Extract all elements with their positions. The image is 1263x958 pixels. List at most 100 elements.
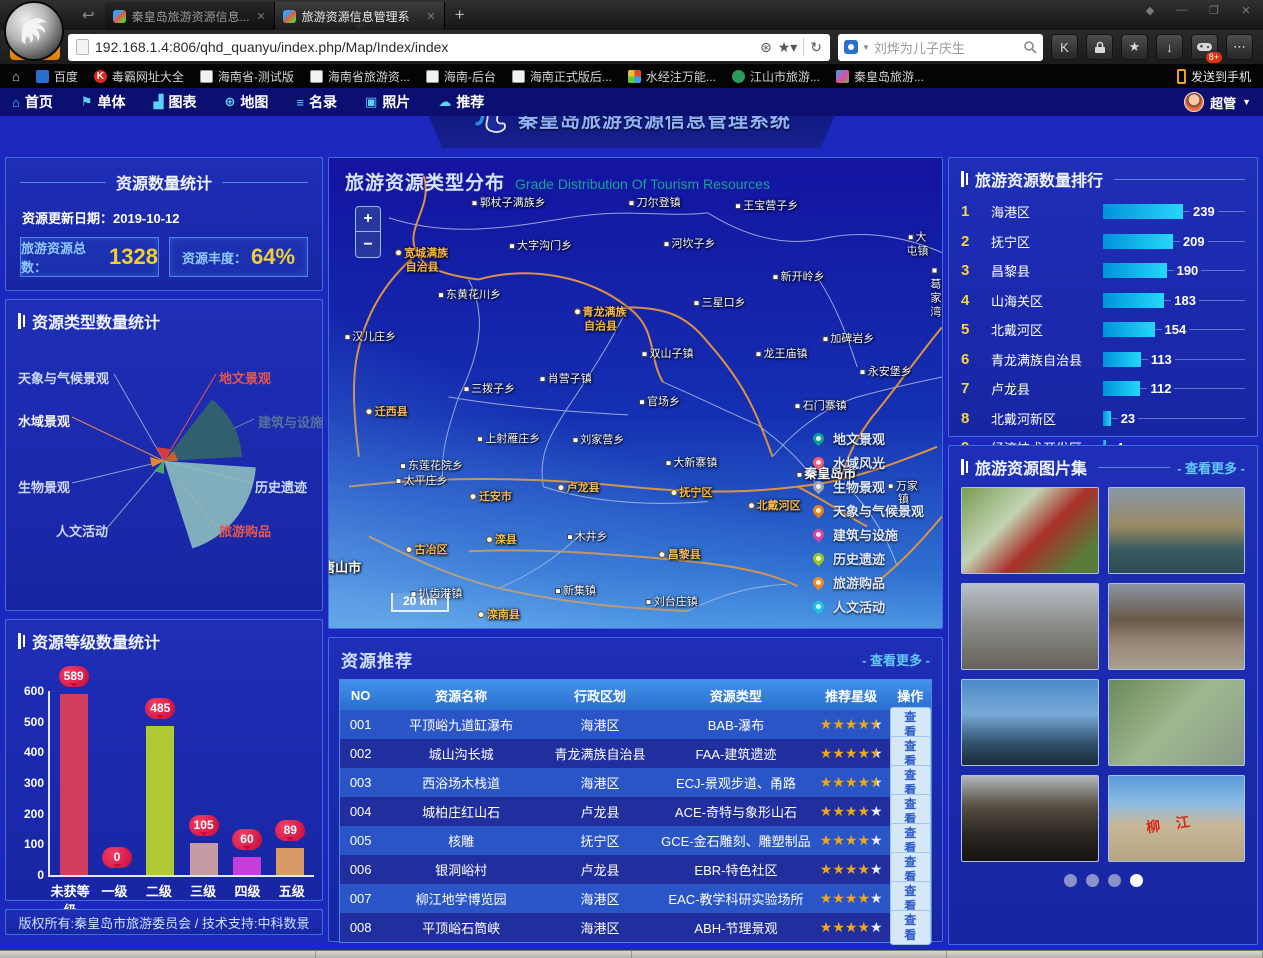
map-label-county[interactable]: 滦南县 [479,609,520,623]
map-label-town[interactable]: 上射雁庄乡 [478,433,540,447]
ranking-row[interactable]: 5北戴河区154 [961,315,1245,345]
map-label-town[interactable]: 肖营子镇 [541,373,592,387]
url-text[interactable]: 192.168.1.4:806/qhd_quanyu/index.php/Map… [95,39,754,55]
nav-item-单体[interactable]: ⚑单体 [81,92,126,112]
recommend-more-link[interactable]: - 查看更多 - [862,650,930,669]
map-label-town[interactable]: 加碑岩乡 [823,333,874,347]
gallery-photo[interactable]: 柳 江 [1108,775,1246,862]
map-label-county[interactable]: 迁安市 [471,491,512,505]
map-label-town[interactable]: 刘家营乡 [573,435,624,449]
bookmark-star-icon[interactable]: ★▾ [778,39,798,56]
pagination-dot[interactable] [1108,874,1121,887]
map-label-town[interactable]: 新集镇 [556,585,596,599]
map-label-town[interactable]: 刘台庄镇 [647,596,698,610]
nav-item-照片[interactable]: ▣照片 [365,92,410,112]
tab-close-icon[interactable]: ✕ [256,10,265,23]
zoom-in-button[interactable]: + [356,207,380,232]
type-rose-chart[interactable]: 天象与气候景观地文景观水域景观建筑与设施生物景观历史遗迹人文活动旅游购品 [6,341,322,603]
bookmark-item[interactable]: 海南省-测试版 [200,68,294,85]
bookmark-item[interactable]: 江山市旅游... [732,68,820,85]
search-icon[interactable] [1023,40,1037,54]
close-button[interactable]: ✕ [1235,4,1257,17]
user-box[interactable]: 超管 ▼ [1184,92,1251,112]
nav-item-推荐[interactable]: ☁推荐 [438,92,484,112]
nav-item-名录[interactable]: ≡名录 [296,92,337,112]
home-icon[interactable]: ⌂ [12,70,20,83]
ranking-row[interactable]: 3昌黎县190 [961,256,1245,286]
bookmark-item[interactable]: 百度 [36,68,78,85]
pagination-dot[interactable] [1086,874,1099,887]
map-label-town[interactable]: 郭杖子满族乡 [473,197,546,211]
lock-button[interactable] [1086,34,1113,60]
map-label-county[interactable]: 宽城满族 自治县 [396,248,448,276]
map-label-town[interactable]: 永安堡乡 [861,366,912,380]
skin-icon[interactable]: ◆ [1139,4,1161,17]
map-label-town[interactable]: 新开岭乡 [774,271,825,285]
pagination-dot[interactable] [1130,874,1143,887]
map-label-town[interactable]: 王宝营子乡 [736,200,798,214]
grade-bar-chart[interactable]: 58904851056089 0100200300400500600 [48,691,314,877]
map-label-town[interactable]: 汉儿庄乡 [345,331,396,345]
refresh-icon[interactable]: ↻ [810,39,822,56]
browser-logo[interactable] [4,1,64,61]
map-label-county[interactable]: 抚宁区 [671,487,712,501]
map-label-town[interactable]: 石门寨镇 [796,400,847,414]
map-label-town[interactable]: 大屯镇 [905,231,930,259]
bookmark-item[interactable]: 海南正式版后... [512,68,612,85]
gallery-photo[interactable] [961,775,1099,862]
tab-back-icon[interactable]: ↩ [82,6,95,24]
download-button[interactable]: ↓ [1156,34,1183,60]
gallery-photo[interactable] [1108,487,1246,574]
k-button[interactable]: K [1051,34,1078,60]
map-label-town[interactable]: 龙王庙镇 [757,349,808,363]
map-label-town[interactable]: 双山子镇 [642,349,693,363]
send-to-phone[interactable]: 发送到手机 [1177,68,1251,85]
ranking-row[interactable]: 1海港区239 [961,197,1245,227]
bookmark-item[interactable]: 海南省旅游资... [310,68,410,85]
browser-tab[interactable]: 秦皇岛旅游资源信息...✕ [105,2,275,30]
gallery-photo[interactable] [961,583,1099,670]
gallery-more-link[interactable]: - 查看更多 - [1177,458,1245,477]
map-label-county[interactable]: 北戴河区 [749,500,801,514]
zoom-out-button[interactable]: − [356,232,380,257]
ranking-row[interactable]: 8北戴河新区23 [961,404,1245,434]
search-input[interactable] [874,40,1019,55]
map-label-town[interactable]: 大字沟门乡 [510,240,572,254]
map-label-city[interactable]: 唐山市 [328,560,361,576]
compass-icon[interactable]: ⊛ [760,39,772,56]
ranking-row[interactable]: 2抚宁区209 [961,227,1245,257]
map-label-town[interactable]: 太平庄乡 [397,475,448,489]
maximize-button[interactable]: ❐ [1203,4,1225,17]
search-box[interactable]: ▼ [838,34,1043,61]
bookmark-item[interactable]: K毒霸网址大全 [94,68,184,85]
map-label-town[interactable]: 三拨子乡 [464,383,515,397]
ranking-row[interactable]: 6青龙满族自治县113 [961,345,1245,375]
nav-item-地图[interactable]: ⊕地图 [225,92,269,112]
favorites-button[interactable]: ★ [1121,34,1148,60]
pagination-dot[interactable] [1064,874,1077,887]
gallery-photo[interactable] [1108,583,1246,670]
chevron-down-icon[interactable]: ▼ [862,43,870,52]
gallery-photo[interactable] [961,679,1099,766]
ranking-row[interactable]: 4山海关区183 [961,286,1245,316]
taskbar-sliver[interactable] [0,950,1263,958]
map-label-county[interactable]: 卢龙县 [559,482,600,496]
gallery-photo[interactable] [1108,679,1246,766]
map-label-town[interactable]: 木井乡 [568,531,608,545]
map-label-county[interactable]: 古冶区 [407,544,448,558]
tab-close-icon[interactable]: ✕ [426,10,435,23]
map-label-county[interactable]: 滦县 [487,534,517,548]
map-label-county[interactable]: 迁西县 [367,406,408,420]
bookmark-item[interactable]: 水经注万能... [628,68,716,85]
map-label-town[interactable]: 官场乡 [640,396,680,410]
browser-tab[interactable]: 旅游资源信息管理系✕ [275,2,445,30]
new-tab-button[interactable]: + [455,5,465,25]
bookmark-item[interactable]: 秦皇岛旅游... [836,68,924,85]
nav-item-首页[interactable]: ⌂首页 [12,92,53,112]
map-label-town[interactable]: 东莲花院乡 [401,460,463,474]
game-button[interactable]: 8+ [1191,34,1218,60]
map-label-county[interactable]: 青龙满族 自治县 [575,306,627,334]
url-bar[interactable]: 192.168.1.4:806/qhd_quanyu/index.php/Map… [68,34,830,61]
gallery-photo[interactable] [961,487,1099,574]
minimize-button[interactable]: — [1171,4,1193,17]
